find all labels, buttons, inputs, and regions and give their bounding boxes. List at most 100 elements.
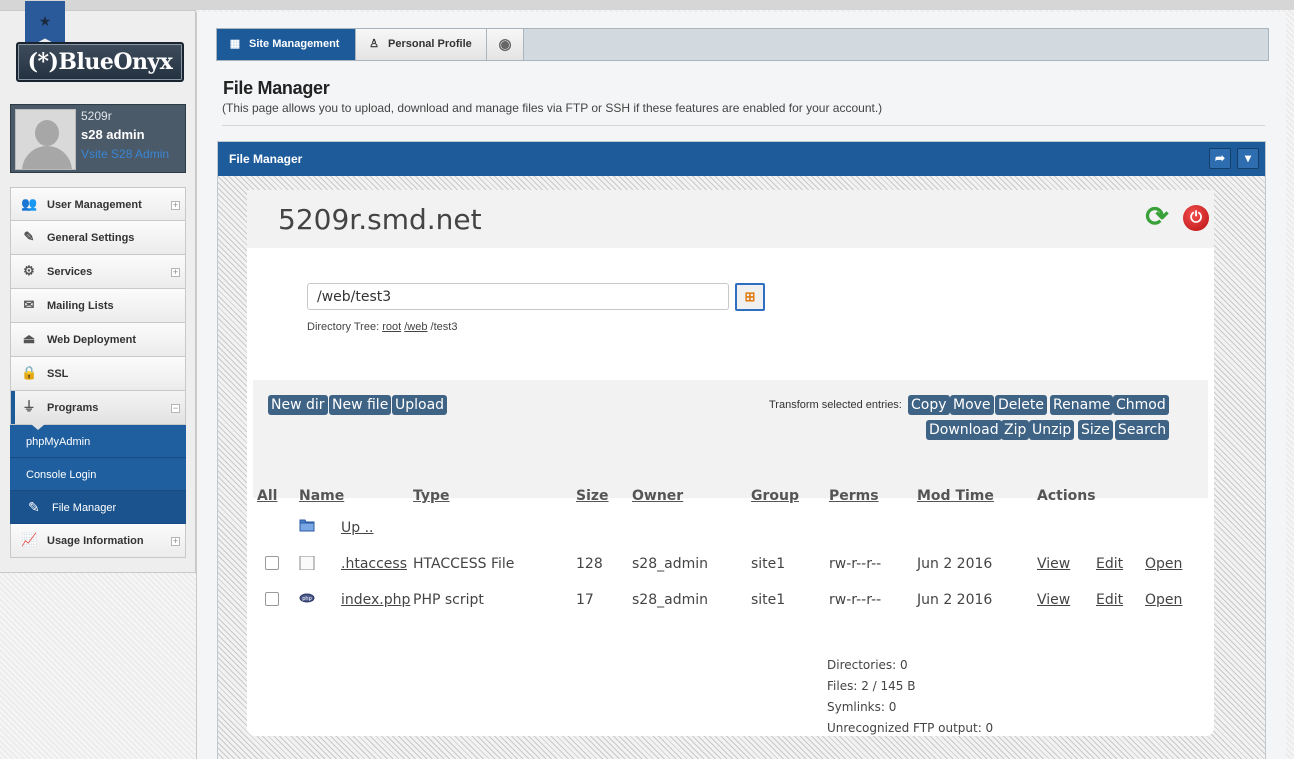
file-mtime: Jun 2 2016 — [917, 592, 993, 608]
vsite-link[interactable]: Vsite S28 Admin — [81, 147, 169, 161]
dir-tree-root-link[interactable]: root — [382, 321, 401, 333]
file-group: site1 — [751, 556, 786, 572]
tab-personal-profile[interactable]: ♙ Personal Profile — [356, 29, 487, 60]
divider — [222, 125, 1265, 126]
unzip-button[interactable]: Unzip — [1029, 420, 1075, 440]
file-manager-panel: File Manager ➦ ▾ 5209r.smd.net ⟳ ⏻ ⊞ Dir… — [217, 141, 1266, 759]
new-file-button[interactable]: New file — [329, 395, 392, 415]
chevron-down-icon[interactable]: ▾ — [1237, 148, 1259, 169]
file-size: 17 — [576, 592, 594, 608]
file-group: site1 — [751, 592, 786, 608]
tab-disc[interactable]: ◉ — [487, 29, 524, 60]
sidebar-item-user-management[interactable]: 👥 User Management + — [10, 187, 186, 221]
sidebar-subitem-file-manager[interactable]: ✎ File Manager — [10, 491, 186, 524]
expand-icon[interactable]: + — [171, 268, 180, 277]
delete-button[interactable]: Delete — [995, 395, 1047, 415]
sidebar-item-label: SSL — [47, 368, 69, 380]
edit-icon: ✎ — [23, 229, 35, 244]
up-link[interactable]: Up .. — [341, 520, 373, 536]
size-button[interactable]: Size — [1078, 420, 1113, 440]
sidebar-item-label: Mailing Lists — [47, 300, 114, 312]
top-strip — [0, 0, 1294, 10]
stat-unrecognized: Unrecognized FTP output: 0 — [827, 721, 994, 735]
stat-symlinks: Symlinks: 0 — [827, 700, 897, 714]
svg-text:php: php — [302, 596, 312, 602]
search-button[interactable]: Search — [1115, 420, 1170, 440]
dir-tree-web-link[interactable]: /web — [404, 321, 427, 333]
file-name-link[interactable]: index.php — [341, 592, 410, 608]
collapse-icon[interactable]: − — [171, 404, 180, 413]
refresh-icon[interactable]: ⟳ — [1142, 202, 1172, 232]
sidebar-item-programs[interactable]: ⏚ Programs − — [10, 391, 186, 430]
sidebar-subitem-label: phpMyAdmin — [26, 436, 91, 448]
upload-button[interactable]: Upload — [392, 395, 448, 415]
page-description: (This page allows you to upload, downloa… — [222, 101, 883, 115]
file-size: 128 — [576, 556, 603, 572]
new-dir-button[interactable]: New dir — [268, 395, 328, 415]
mail-icon: ✉ — [23, 297, 35, 312]
directory-tree-button[interactable]: ⊞ — [735, 283, 765, 311]
move-button[interactable]: Move — [950, 395, 994, 415]
file-icon — [299, 556, 315, 570]
edit-link[interactable]: Edit — [1096, 592, 1123, 608]
stat-directories: Directories: 0 — [827, 658, 908, 672]
sidebar-subitem-label: File Manager — [52, 502, 117, 514]
column-size[interactable]: Size — [576, 488, 609, 504]
sidebar-item-usage-information[interactable]: 📈 Usage Information + — [10, 524, 186, 558]
file-type: HTACCESS File — [413, 556, 515, 572]
person-icon: ♙ — [369, 38, 379, 50]
chmod-button[interactable]: Chmod — [1113, 395, 1169, 415]
sidebar-item-services[interactable]: ⚙ Services + — [10, 255, 186, 289]
open-link[interactable]: Open — [1145, 592, 1182, 608]
deploy-icon: ⏏ — [22, 331, 36, 346]
pencil-icon: ✎ — [28, 499, 40, 515]
view-link[interactable]: View — [1037, 556, 1070, 572]
power-icon[interactable]: ⏻ — [1183, 205, 1209, 231]
directory-tree-label: Directory Tree: — [307, 321, 380, 333]
panel-body: 5209r.smd.net ⟳ ⏻ ⊞ Directory Tree: root… — [218, 176, 1265, 759]
expand-icon[interactable]: + — [171, 201, 180, 210]
edit-link[interactable]: Edit — [1096, 556, 1123, 572]
panel-title: File Manager — [229, 152, 303, 166]
user-fullname: s28 admin — [81, 127, 145, 142]
copy-button[interactable]: Copy — [908, 395, 950, 415]
chart-icon: 📈 — [21, 532, 38, 547]
sidebar-subitem-console-login[interactable]: Console Login — [10, 458, 186, 491]
lock-icon: 🔒 — [21, 365, 38, 380]
file-mtime: Jun 2 2016 — [917, 556, 993, 572]
column-group[interactable]: Group — [751, 488, 799, 504]
zip-button[interactable]: Zip — [1001, 420, 1030, 440]
sidebar-item-general-settings[interactable]: ✎ General Settings — [10, 221, 186, 255]
column-owner[interactable]: Owner — [632, 488, 683, 504]
file-name-link[interactable]: .htaccess — [341, 556, 407, 572]
row-checkbox[interactable] — [265, 556, 279, 570]
directory-tree: Directory Tree: root /web /test3 — [307, 321, 457, 333]
rename-button[interactable]: Rename — [1050, 395, 1114, 415]
tab-bar: ▦ Site Management ♙ Personal Profile ◉ — [216, 28, 1269, 61]
logo[interactable]: (*)BlueOnyx — [16, 42, 184, 82]
plug-icon: ⏚ — [22, 399, 36, 414]
panel-header: File Manager ➦ ▾ — [218, 142, 1265, 176]
open-link[interactable]: Open — [1145, 556, 1182, 572]
file-owner: s28_admin — [632, 592, 708, 608]
download-button[interactable]: Download — [926, 420, 1002, 440]
sidebar-item-label: General Settings — [47, 232, 135, 244]
column-mod-time[interactable]: Mod Time — [917, 488, 994, 504]
column-perms[interactable]: Perms — [829, 488, 879, 504]
row-checkbox[interactable] — [265, 592, 279, 606]
sidebar-nav: 👥 User Management + ✎ General Settings ⚙… — [10, 187, 186, 558]
column-type[interactable]: Type — [413, 488, 450, 504]
directory-stats: Directories: 0 Files: 2 / 145 B Symlinks… — [827, 655, 993, 739]
expand-icon[interactable]: + — [171, 537, 180, 546]
sidebar-item-mailing-lists[interactable]: ✉ Mailing Lists — [10, 289, 186, 323]
column-all[interactable]: All — [257, 488, 277, 504]
file-manager: 5209r.smd.net ⟳ ⏻ ⊞ Directory Tree: root… — [247, 190, 1214, 736]
sidebar-item-web-deployment[interactable]: ⏏ Web Deployment — [10, 323, 186, 357]
path-input[interactable] — [307, 283, 729, 310]
sidebar-item-ssl[interactable]: 🔒 SSL — [10, 357, 186, 391]
column-name[interactable]: Name — [299, 488, 344, 504]
share-icon[interactable]: ➦ — [1209, 148, 1231, 169]
view-link[interactable]: View — [1037, 592, 1070, 608]
tab-site-management[interactable]: ▦ Site Management — [217, 29, 356, 60]
dir-tree-current: /test3 — [430, 321, 458, 333]
